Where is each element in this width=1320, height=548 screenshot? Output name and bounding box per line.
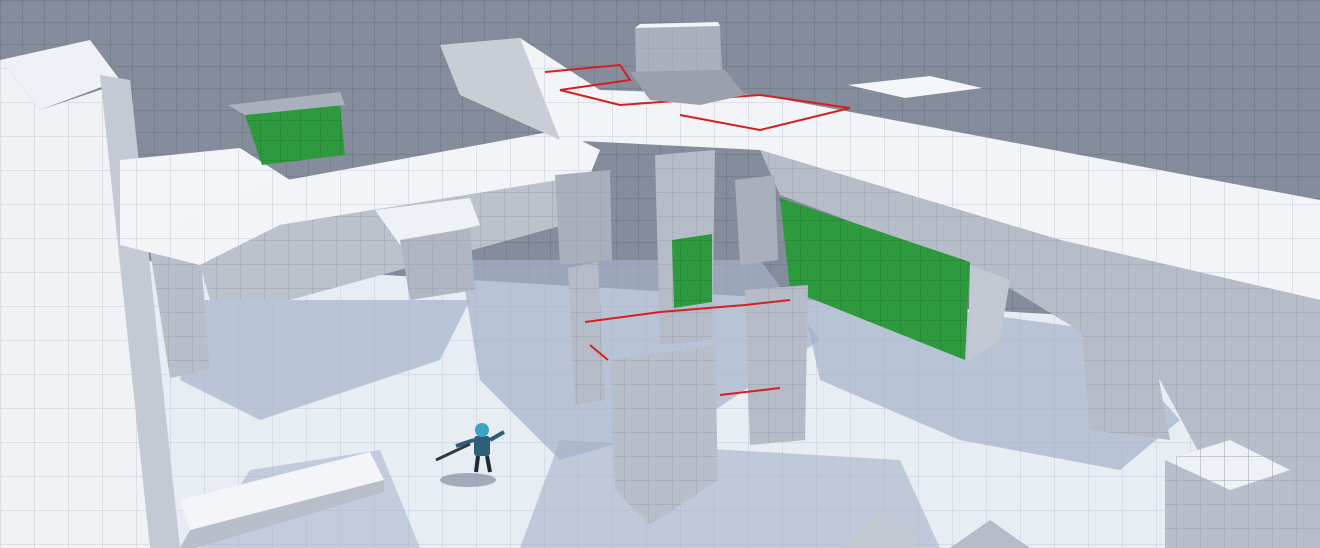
support-pillar-grid <box>555 170 612 265</box>
green-wall-panel-grid <box>672 234 712 308</box>
hanging-block-grid <box>400 228 475 300</box>
player-torso <box>474 436 490 456</box>
green-wall-panel-grid <box>245 105 345 165</box>
player-shadow <box>440 473 496 487</box>
player-head <box>475 423 489 437</box>
scene-canvas[interactable] <box>0 0 1320 548</box>
support-pillar <box>735 175 778 265</box>
top-tower-grid <box>635 26 722 72</box>
player-leg <box>474 455 480 473</box>
enclosure-wall-grid <box>745 285 808 445</box>
game-viewport[interactable] <box>0 0 1320 548</box>
